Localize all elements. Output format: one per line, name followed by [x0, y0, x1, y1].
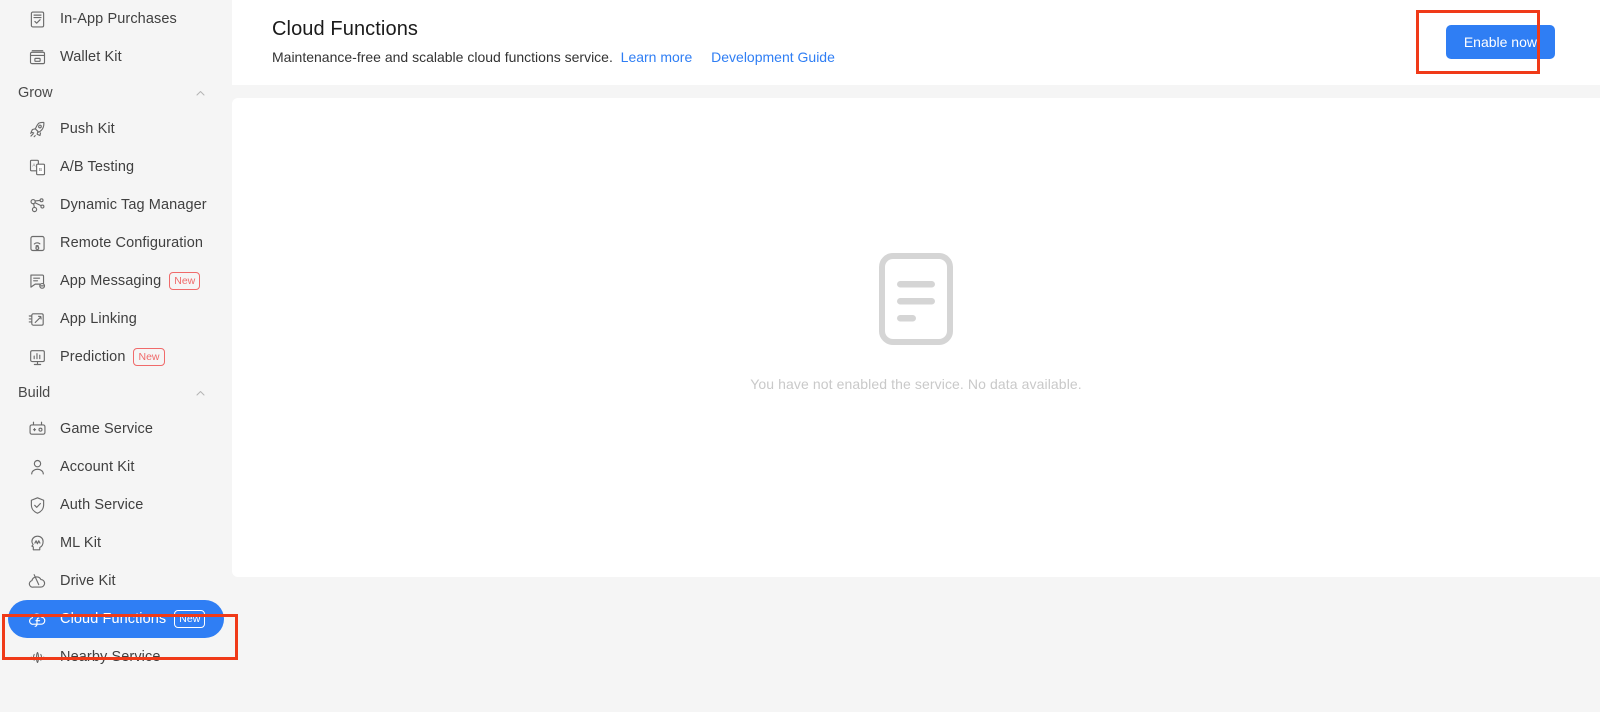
sidebar-item-label: A/B Testing — [60, 159, 135, 175]
sidebar-item-a-b-testing[interactable]: A B A/B Testing — [8, 148, 224, 186]
svg-text:A: A — [32, 162, 36, 168]
sidebar-item-cloud-functions[interactable]: Cloud Functions New — [8, 600, 224, 638]
enable-button-wrapper: Enable now — [1445, 25, 1555, 59]
learn-more-link[interactable]: Learn more — [621, 49, 693, 65]
chevron-up-icon[interactable] — [194, 87, 206, 99]
sidebar-item-label: In-App Purchases — [60, 11, 177, 27]
chevron-up-icon[interactable] — [194, 387, 206, 399]
sidebar-item-label: ML Kit — [60, 535, 102, 551]
empty-state: You have not enabled the service. No dat… — [232, 253, 1600, 392]
sidebar-item-nearby-service[interactable]: Nearby Service — [8, 638, 224, 676]
sidebar-item-in-app-purchases[interactable]: In-App Purchases — [8, 0, 224, 38]
remote-config-icon — [26, 232, 48, 254]
sidebar-item-dynamic-tag-manager[interactable]: Dynamic Tag Manager — [8, 186, 224, 224]
in-app-purchases-icon — [26, 8, 48, 30]
sidebar-item-label: Drive Kit — [60, 573, 116, 589]
sidebar-item-game-service[interactable]: Game Service — [8, 410, 224, 448]
rocket-icon — [26, 118, 48, 140]
sidebar-item-label: Remote Configuration — [60, 235, 204, 251]
cloud-drive-icon — [26, 570, 48, 592]
sidebar-item-push-kit[interactable]: Push Kit — [8, 110, 224, 148]
sidebar-item-label: Push Kit — [60, 121, 115, 137]
sidebar-item-label: Wallet Kit — [60, 49, 122, 65]
new-badge: New — [169, 272, 201, 290]
page-title: Cloud Functions — [272, 18, 419, 40]
gamepad-icon — [26, 418, 48, 440]
ab-testing-icon: AB — [26, 156, 48, 178]
sidebar-item-label: Game Service — [60, 421, 154, 437]
sidebar-item-app-messaging[interactable]: App Messaging New — [8, 262, 224, 300]
sidebar-item-remote-configuration[interactable]: Remote Configuration — [8, 224, 224, 262]
sidebar-item-label: Cloud Functions — [60, 611, 167, 627]
enable-now-button[interactable]: Enable now — [1445, 25, 1555, 59]
sidebar-item-auth-service[interactable]: Auth Service — [8, 486, 224, 524]
new-badge: New — [174, 610, 206, 628]
wallet-kit-icon — [26, 46, 48, 68]
content-panel: You have not enabled the service. No dat… — [232, 98, 1600, 577]
tag-manager-icon — [26, 194, 48, 216]
sidebar-item-ml-kit[interactable]: ML Kit — [8, 524, 224, 562]
sidebar-item-account-kit[interactable]: Account Kit — [8, 448, 224, 486]
development-guide-link[interactable]: Development Guide — [711, 49, 835, 65]
new-badge: New — [133, 348, 165, 366]
sidebar: In-App Purchases Wallet Kit Grow Push Kit A B… — [0, 0, 232, 712]
document-placeholder-icon — [879, 253, 953, 350]
sidebar-item-wallet-kit[interactable]: Wallet Kit — [8, 38, 224, 76]
cloud-functions-icon — [26, 608, 48, 630]
sidebar-item-prediction[interactable]: Prediction New — [8, 338, 224, 376]
empty-state-message: You have not enabled the service. No dat… — [750, 376, 1082, 392]
sidebar-section-label: Grow — [18, 85, 53, 101]
ml-head-icon — [26, 532, 48, 554]
sidebar-item-label: App Linking — [60, 311, 137, 327]
nearby-service-icon — [26, 646, 48, 668]
shield-check-icon — [26, 494, 48, 516]
app-messaging-icon — [26, 270, 48, 292]
sidebar-section-grow[interactable]: Grow — [8, 76, 224, 110]
sidebar-section-label: Build — [18, 385, 51, 401]
page-description: Maintenance-free and scalable cloud func… — [272, 49, 613, 65]
page-description-row: Maintenance-free and scalable cloud func… — [272, 49, 835, 65]
sidebar-item-label: Prediction — [60, 349, 126, 365]
prediction-icon — [26, 346, 48, 368]
sidebar-item-label: Dynamic Tag Manager — [60, 197, 207, 213]
page-header: Cloud Functions Maintenance-free and sca… — [232, 0, 1600, 85]
sidebar-section-build[interactable]: Build — [8, 376, 224, 410]
sidebar-item-label: App Messaging — [60, 273, 162, 289]
sidebar-item-label: Auth Service — [60, 497, 144, 513]
sidebar-item-label: Nearby Service — [60, 649, 161, 665]
person-icon — [26, 456, 48, 478]
svg-text:B: B — [38, 167, 41, 173]
app-linking-icon — [26, 308, 48, 330]
sidebar-item-drive-kit[interactable]: Drive Kit — [8, 562, 224, 600]
sidebar-item-app-linking[interactable]: App Linking — [8, 300, 224, 338]
sidebar-item-label: Account Kit — [60, 459, 135, 475]
